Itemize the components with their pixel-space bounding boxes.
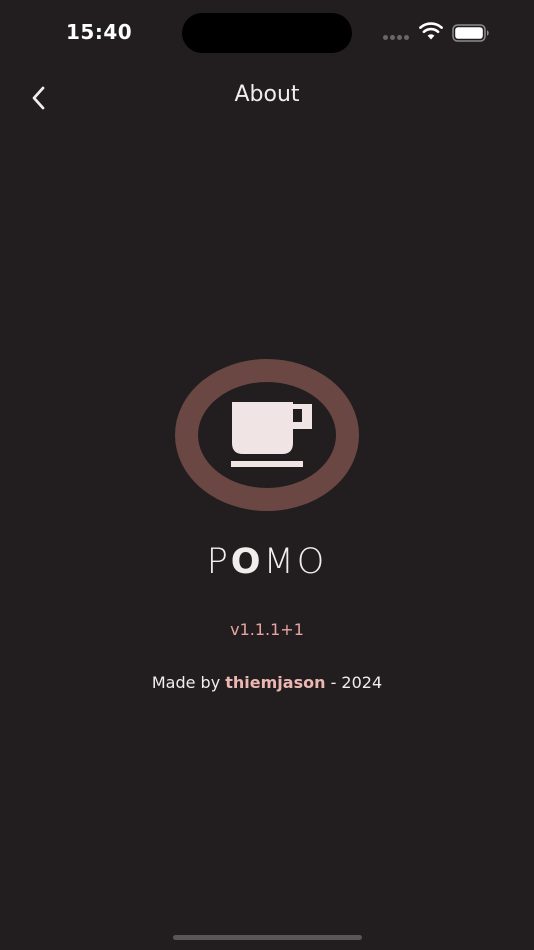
app-name-part2: O <box>230 542 264 582</box>
credits-line: Made by thiemjason - 2024 <box>0 673 534 692</box>
app-name-part1: P <box>206 542 231 582</box>
cellular-signal-icon <box>383 35 411 41</box>
status-bar: 15:40 <box>0 0 534 66</box>
credits-prefix: Made by <box>151 673 226 692</box>
app-name-part3: MO <box>263 542 328 582</box>
battery-icon <box>452 24 489 42</box>
status-time: 15:40 <box>66 20 133 44</box>
page-title: About <box>234 82 300 107</box>
wifi-icon <box>419 22 443 40</box>
nav-bar: About <box>0 70 534 126</box>
author-link[interactable]: thiemjason <box>225 673 325 692</box>
version-label: v1.1.1+1 <box>230 620 304 639</box>
app-name: POMO <box>0 542 534 582</box>
dynamic-island <box>182 13 352 53</box>
coffee-cup-icon <box>175 359 359 511</box>
credits-suffix: - 2024 <box>325 673 383 692</box>
home-indicator[interactable] <box>173 935 362 940</box>
